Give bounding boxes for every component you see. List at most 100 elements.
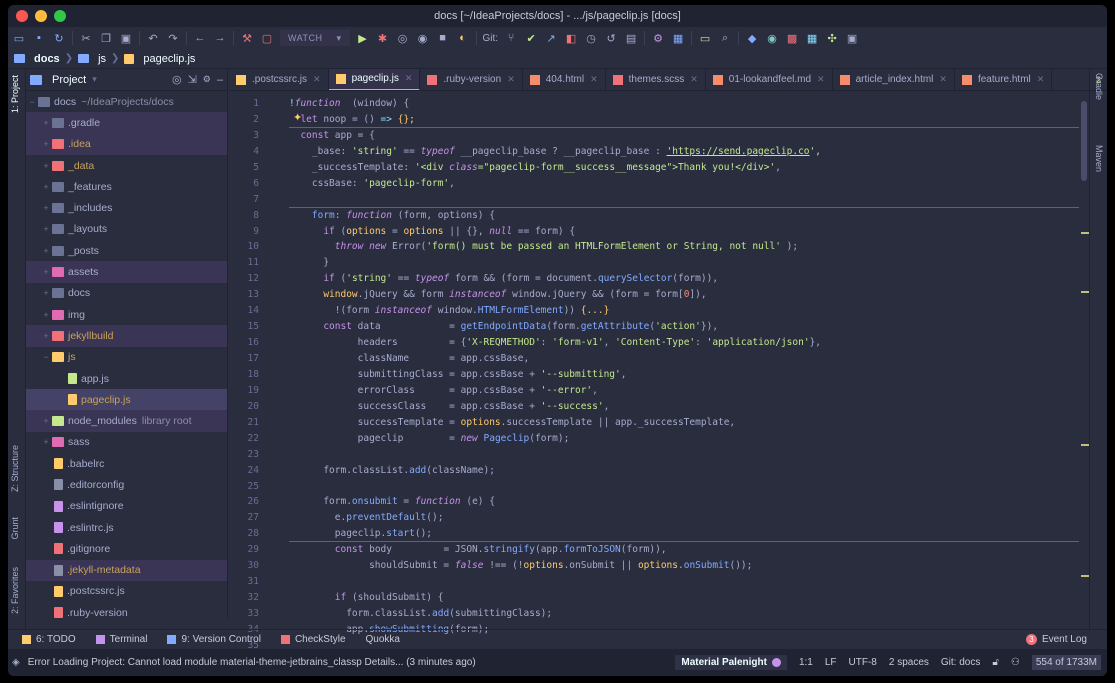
git-stash-icon[interactable]: ▤ (624, 31, 638, 45)
locate-file-icon[interactable]: ◎ (172, 73, 182, 86)
close-icon[interactable]: ✕ (939, 74, 947, 85)
lock-icon[interactable]: 🔓︎ (992, 657, 998, 668)
editor-tab[interactable]: 404.html ✕ (523, 69, 606, 90)
tree-item[interactable]: + _data (26, 155, 227, 176)
tool-window-button[interactable]: Quokka (366, 634, 400, 645)
expand-icon[interactable]: + (40, 288, 52, 298)
breadcrumb-item-js[interactable]: js (98, 53, 106, 65)
line-separator[interactable]: LF (825, 657, 837, 668)
tree-item[interactable]: app.js (26, 368, 227, 389)
grunt-tool-button[interactable]: Grunt (10, 517, 20, 540)
copy-icon[interactable]: ❐ (99, 31, 113, 45)
expand-icon[interactable]: + (40, 331, 52, 341)
caret-position[interactable]: 1:1 (799, 657, 813, 668)
close-icon[interactable]: ✕ (507, 74, 515, 85)
tree-root[interactable]: − docs ~/IdeaProjects/docs (26, 91, 227, 112)
tree-item[interactable]: + node_modules library root (26, 410, 227, 432)
expand-icon[interactable]: + (40, 246, 52, 256)
tree-item[interactable]: + .idea (26, 133, 227, 155)
hide-panel-icon[interactable]: – (217, 74, 223, 86)
editor-tab[interactable]: 01-lookandfeel.md ✕ (706, 69, 833, 90)
grid-icon[interactable]: ▦ (805, 31, 819, 45)
search-icon[interactable]: ⌕ (718, 31, 732, 45)
git-revert-icon[interactable]: ↺ (604, 31, 618, 45)
tree-item[interactable]: + .gradle (26, 112, 227, 134)
favorites-tool-button[interactable]: 2: Favorites (10, 567, 20, 614)
breadcrumb-item-file[interactable]: pageclip.js (143, 53, 195, 65)
tree-item[interactable]: + _posts (26, 240, 227, 261)
coverage-icon[interactable]: ◎ (396, 31, 410, 45)
tree-item[interactable]: pageclip.js (26, 389, 227, 411)
collapse-all-icon[interactable]: ⇲ (188, 73, 197, 86)
tree-item[interactable]: .ruby-version (26, 602, 227, 623)
color-palette-icon[interactable]: ▩ (785, 31, 799, 45)
tree-item[interactable]: + img (26, 304, 227, 325)
run-icon[interactable]: ▶ (356, 31, 370, 45)
stop-watch-icon[interactable]: ▢ (260, 31, 274, 45)
lightbulb-icon[interactable]: ✦ (293, 111, 302, 124)
open-folder-icon[interactable]: ▭ (12, 31, 26, 45)
expand-icon[interactable]: + (40, 118, 52, 128)
tool-window-button[interactable]: 9: Version Control (167, 634, 261, 645)
expand-icon[interactable]: + (40, 161, 52, 171)
settings-icon[interactable]: ⚙ (651, 31, 665, 45)
chevron-down-icon[interactable]: ▾ (92, 74, 97, 85)
editor-tab[interactable]: themes.scss ✕ (606, 69, 706, 90)
forward-icon[interactable]: → (213, 31, 227, 45)
git-history-icon[interactable]: ◷ (584, 31, 598, 45)
maven-tool-button[interactable]: Maven (1094, 145, 1104, 172)
tree-item[interactable]: .babelrc (26, 453, 227, 474)
expand-icon[interactable]: + (40, 203, 52, 213)
zoom-window-button[interactable] (54, 10, 66, 22)
expand-icon[interactable]: + (40, 310, 52, 320)
breadcrumb-item-docs[interactable]: docs (34, 53, 60, 65)
git-compare-icon[interactable]: ◧ (564, 31, 578, 45)
close-icon[interactable]: ✕ (590, 74, 598, 85)
undo-icon[interactable]: ↶ (146, 31, 160, 45)
expand-icon[interactable]: + (40, 224, 52, 234)
tree-item[interactable]: + sass (26, 432, 227, 453)
tree-item[interactable]: .postcssrc.js (26, 581, 227, 602)
project-view-select[interactable]: Project (52, 74, 86, 86)
gradle-tool-button[interactable]: Gradle (1094, 73, 1104, 100)
debug-icon[interactable]: ✱ (376, 31, 390, 45)
collapse-icon[interactable]: − (26, 97, 38, 107)
close-window-button[interactable] (16, 10, 28, 22)
tree-item[interactable]: − js (26, 347, 227, 368)
git-branch-icon[interactable]: ⑂ (504, 31, 518, 45)
sync-icon[interactable]: ↻ (52, 31, 66, 45)
expand-icon[interactable]: + (40, 416, 52, 426)
close-icon[interactable]: ✕ (1037, 74, 1045, 85)
event-log-button[interactable]: 3 Event Log (1025, 634, 1087, 645)
vscode-icon[interactable]: ◆ (745, 31, 759, 45)
expand-icon[interactable]: + (40, 139, 52, 149)
expand-icon[interactable]: + (40, 437, 52, 447)
editor-tab[interactable]: .postcssrc.js ✕ (229, 69, 329, 90)
tree-item[interactable]: + _features (26, 176, 227, 197)
file-encoding[interactable]: UTF-8 (849, 657, 877, 668)
indent-setting[interactable]: 2 spaces (889, 657, 929, 668)
status-message[interactable]: Error Loading Project: Cannot load modul… (28, 657, 476, 668)
theme-switcher[interactable]: Material Palenight (675, 655, 787, 670)
editor-tab[interactable]: pageclip.js ✕ (328, 69, 421, 90)
terminal-toolbar-icon[interactable]: ▭ (698, 31, 712, 45)
tree-item[interactable]: + assets (26, 261, 227, 283)
redo-icon[interactable]: ↷ (166, 31, 180, 45)
presentation-icon[interactable]: ▣ (845, 31, 859, 45)
git-branch-widget[interactable]: Git: docs (941, 657, 980, 668)
tree-item[interactable]: .gitignore (26, 538, 227, 559)
tree-item[interactable]: + docs (26, 283, 227, 304)
close-icon[interactable]: ✕ (313, 74, 321, 85)
paste-icon[interactable]: ▣ (119, 31, 133, 45)
tree-item[interactable]: + _includes (26, 197, 227, 218)
save-icon[interactable]: ▪ (32, 31, 46, 45)
editor-tab[interactable]: .ruby-version ✕ (420, 69, 523, 90)
memory-indicator[interactable]: 554 of 1733M (1031, 655, 1101, 670)
back-icon[interactable]: ← (193, 31, 207, 45)
status-messages-icon[interactable]: ◈ (12, 657, 20, 668)
tool-window-button[interactable]: CheckStyle (280, 634, 346, 645)
git-push-icon[interactable]: ↗ (544, 31, 558, 45)
close-icon[interactable]: ✕ (690, 74, 698, 85)
git-commit-icon[interactable]: ✔ (524, 31, 538, 45)
tool-window-button[interactable]: 6: TODO (22, 634, 76, 645)
